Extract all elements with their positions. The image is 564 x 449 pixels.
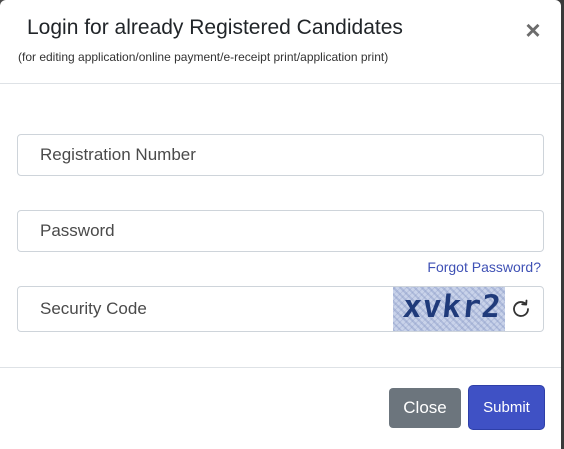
close-icon[interactable]: × (523, 17, 543, 43)
close-button[interactable]: Close (389, 388, 461, 428)
security-code-input[interactable]: Security Code (40, 287, 147, 331)
password-placeholder: Password (40, 221, 115, 240)
modal-title: Login for already Registered Candidates (27, 16, 403, 39)
registration-number-input[interactable]: Registration Number (17, 134, 544, 176)
modal-header: Login for already Registered Candidates … (0, 0, 561, 84)
modal-footer: Close Submit (0, 367, 561, 449)
refresh-icon[interactable] (509, 297, 533, 321)
forgot-password-link[interactable]: Forgot Password? (427, 259, 541, 275)
registration-number-placeholder: Registration Number (40, 145, 196, 164)
modal-subtitle: (for editing application/online payment/… (18, 50, 389, 64)
captcha-image: xvkr2 (393, 287, 505, 331)
login-modal: Login for already Registered Candidates … (0, 0, 561, 449)
security-code-row: Security Code xvkr2 (17, 286, 544, 332)
submit-button[interactable]: Submit (469, 386, 544, 429)
captcha-text: xvkr2 (401, 289, 504, 325)
password-input[interactable]: Password (17, 210, 544, 252)
